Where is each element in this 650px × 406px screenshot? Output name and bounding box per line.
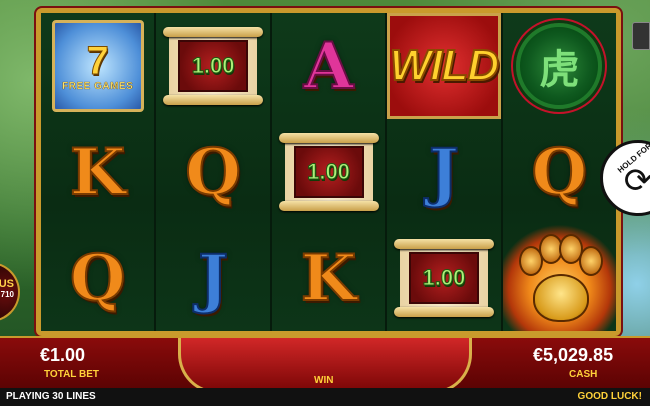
total-bet-label: TOTAL BET xyxy=(44,369,99,380)
cash-value: €5,029.85 xyxy=(533,345,614,365)
money-amount: 1.00 xyxy=(307,159,351,185)
jade-tiger-symbol: 虎 xyxy=(503,13,616,119)
free-games-label: FREE GAMES xyxy=(62,80,134,92)
good-luck-message: GOOD LUCK! xyxy=(577,391,642,402)
win-label: WIN xyxy=(314,375,334,386)
symbol-q: Q xyxy=(41,225,154,331)
money-scroll-symbol: 1.00 xyxy=(156,13,269,119)
side-menu-tab[interactable] xyxy=(632,22,650,50)
wild-symbol: WILD xyxy=(387,13,501,119)
letter-k: K xyxy=(300,240,358,317)
wild-text: WILD xyxy=(389,40,500,91)
letter-j: J xyxy=(428,134,460,211)
lines-status: PLAYING 30 LINES xyxy=(6,391,96,402)
symbol-j: J xyxy=(156,225,269,331)
money-amount: 1.00 xyxy=(422,265,466,291)
cash-label: CASH xyxy=(569,369,598,380)
money-scroll-symbol: 1.00 xyxy=(387,225,500,331)
money-amount: 1.00 xyxy=(191,53,235,79)
paw-symbol xyxy=(502,225,617,331)
symbol-q: Q xyxy=(503,119,616,225)
reel-2: 1.00 Q J xyxy=(156,13,272,331)
symbol-k: K xyxy=(41,119,154,225)
reel-4: WILD J 1.00 xyxy=(387,13,503,331)
free-games-symbol: 7 FREE GAMES xyxy=(41,13,154,119)
reel-5: 虎 Q xyxy=(502,13,617,331)
letter-j: J xyxy=(197,240,229,317)
status-bar: PLAYING 30 LINES GOOD LUCK! xyxy=(0,388,650,406)
letter-a: A xyxy=(303,28,355,105)
symbol-q: Q xyxy=(156,119,269,225)
symbol-k: K xyxy=(272,225,385,331)
reel-grid: 7 FREE GAMES K Q 1.00 Q J A 1.00 K WILD … xyxy=(41,13,617,331)
letter-q: Q xyxy=(184,134,242,211)
jackpot-side-value: 710 xyxy=(0,290,14,299)
symbol-j: J xyxy=(387,119,500,225)
money-scroll-symbol: 1.00 xyxy=(272,119,385,225)
tiger-glyph: 虎 xyxy=(539,48,580,92)
reel-3: A 1.00 K xyxy=(271,13,388,331)
reel-1: 7 FREE GAMES K Q xyxy=(41,13,157,331)
free-games-count: 7 xyxy=(86,38,109,83)
total-bet-value: €1.00 xyxy=(40,345,86,365)
paw-icon xyxy=(513,232,605,324)
letter-k: K xyxy=(69,134,127,211)
jackpot-side-text: US xyxy=(0,278,14,290)
symbol-a: A xyxy=(272,13,385,119)
letter-q: Q xyxy=(530,134,588,211)
letter-q: Q xyxy=(69,240,127,317)
